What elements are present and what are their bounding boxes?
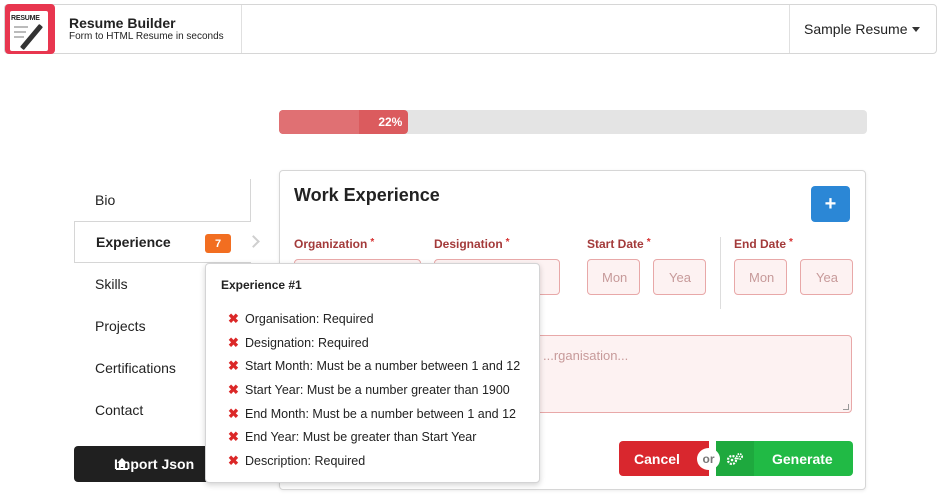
progress-fill-highlight (279, 110, 359, 134)
organization-label: Organization * (294, 237, 374, 251)
logo-line (14, 36, 24, 38)
sidebar-item-label: Contact (95, 402, 144, 418)
popup-title: Experience #1 (221, 278, 302, 292)
error-list-item: ✖ Start Year: Must be a number greater th… (228, 378, 520, 402)
x-icon: ✖ (228, 358, 239, 374)
end-date-label: End Date * (734, 237, 793, 251)
x-icon: ✖ (228, 405, 239, 421)
upload-icon (116, 458, 128, 470)
error-count-badge: 7 (205, 234, 231, 253)
x-icon: ✖ (228, 452, 239, 468)
error-list-item: ✖ Start Month: Must be a number between 1… (228, 354, 520, 378)
end-year-input[interactable]: Yea (800, 259, 853, 295)
start-date-label: Start Date * (587, 237, 651, 251)
start-month-placeholder: Mon (602, 269, 628, 285)
cogs-icon (716, 441, 754, 476)
required-mark: * (370, 237, 375, 248)
start-month-input[interactable]: Mon (587, 259, 640, 295)
sidebar-item-label: Projects (95, 318, 146, 334)
add-experience-button[interactable]: + (811, 186, 850, 222)
logo-text: RESUME (11, 15, 40, 22)
sidebar-item-label: Bio (95, 192, 116, 208)
start-date-label-text: Start Date (587, 237, 644, 251)
progress-bar: 22% (279, 110, 867, 134)
progress-label: 22% (378, 115, 403, 129)
end-year-placeholder: Yea (816, 269, 838, 285)
required-mark: * (505, 237, 510, 248)
generate-label: Generate (772, 450, 833, 467)
date-separator (720, 237, 721, 309)
designation-label: Designation * (434, 237, 510, 251)
progress-fill: 22% (279, 110, 409, 134)
panel-title: Work Experience (294, 185, 440, 205)
sidebar-border (250, 179, 251, 221)
end-month-placeholder: Mon (749, 269, 775, 285)
error-list-item: ✖ Organisation: Required (228, 307, 520, 331)
error-message: Designation: Required (245, 335, 369, 350)
sidebar-item-label: Skills (95, 276, 128, 292)
start-year-input[interactable]: Yea (653, 259, 706, 295)
start-year-placeholder: Yea (669, 269, 691, 285)
error-list-item: ✖ End Year: Must be greater than Start Ye… (228, 425, 520, 449)
sidebar-item-bio[interactable]: Bio (74, 179, 251, 221)
or-divider: or (697, 448, 720, 470)
error-message: Organisation: Required (245, 311, 374, 326)
cancel-label: Cancel (634, 450, 680, 467)
end-month-input[interactable]: Mon (734, 259, 787, 295)
generate-button[interactable]: Generate (716, 441, 853, 476)
header-divider (241, 5, 242, 53)
organization-label-text: Organization (294, 237, 368, 251)
error-list-item: ✖ End Month: Must be a number between 1 a… (228, 402, 520, 426)
sidebar-item-label: Experience (96, 234, 171, 250)
error-list: ✖ Organisation: Required ✖ Designation: Req… (228, 307, 520, 473)
validation-popup: Experience #1 ✖ Organisation: Required ✖ De… (205, 263, 540, 483)
app-title: Resume Builder (69, 15, 176, 31)
cancel-button[interactable]: Cancel (619, 441, 709, 476)
designation-label-text: Designation (434, 237, 503, 251)
error-message: Description: Required (245, 453, 366, 468)
error-message: End Month: Must be a number between 1 an… (245, 406, 517, 421)
app-subtitle: Form to HTML Resume in seconds (69, 31, 224, 42)
end-date-label-text: End Date (734, 237, 787, 251)
resume-select-value: Sample Resume (804, 21, 908, 37)
app-header: RESUME Resume Builder Form to HTML Resum… (4, 4, 937, 54)
error-list-item: ✖ Designation: Required (228, 331, 520, 355)
required-mark: * (646, 237, 651, 248)
import-json-button[interactable]: Import Json (74, 446, 224, 482)
required-mark: * (789, 237, 793, 248)
logo-line (14, 31, 26, 33)
logo-line (14, 26, 28, 28)
error-list-item: ✖ Description: Required (228, 449, 520, 473)
error-message: Start Month: Must be a number between 1 … (245, 359, 521, 374)
error-message: Start Year: Must be a number greater tha… (245, 382, 510, 397)
description-placeholder: ...rganisation... (543, 348, 629, 363)
plus-icon: + (824, 192, 837, 215)
error-message: End Year: Must be greater than Start Yea… (245, 430, 477, 445)
x-icon: ✖ (228, 310, 239, 326)
chevron-right-icon (247, 235, 260, 248)
x-icon: ✖ (228, 334, 239, 350)
resume-pen-icon: RESUME (5, 4, 55, 54)
sidebar-item-label: Certifications (95, 360, 176, 376)
x-icon: ✖ (228, 429, 239, 445)
caret-down-icon (912, 27, 920, 32)
sidebar-item-experience[interactable]: Experience 7 (74, 221, 260, 263)
x-icon: ✖ (228, 381, 239, 397)
resize-handle[interactable] (843, 404, 849, 410)
resume-select-dropdown[interactable]: Sample Resume (790, 5, 937, 53)
